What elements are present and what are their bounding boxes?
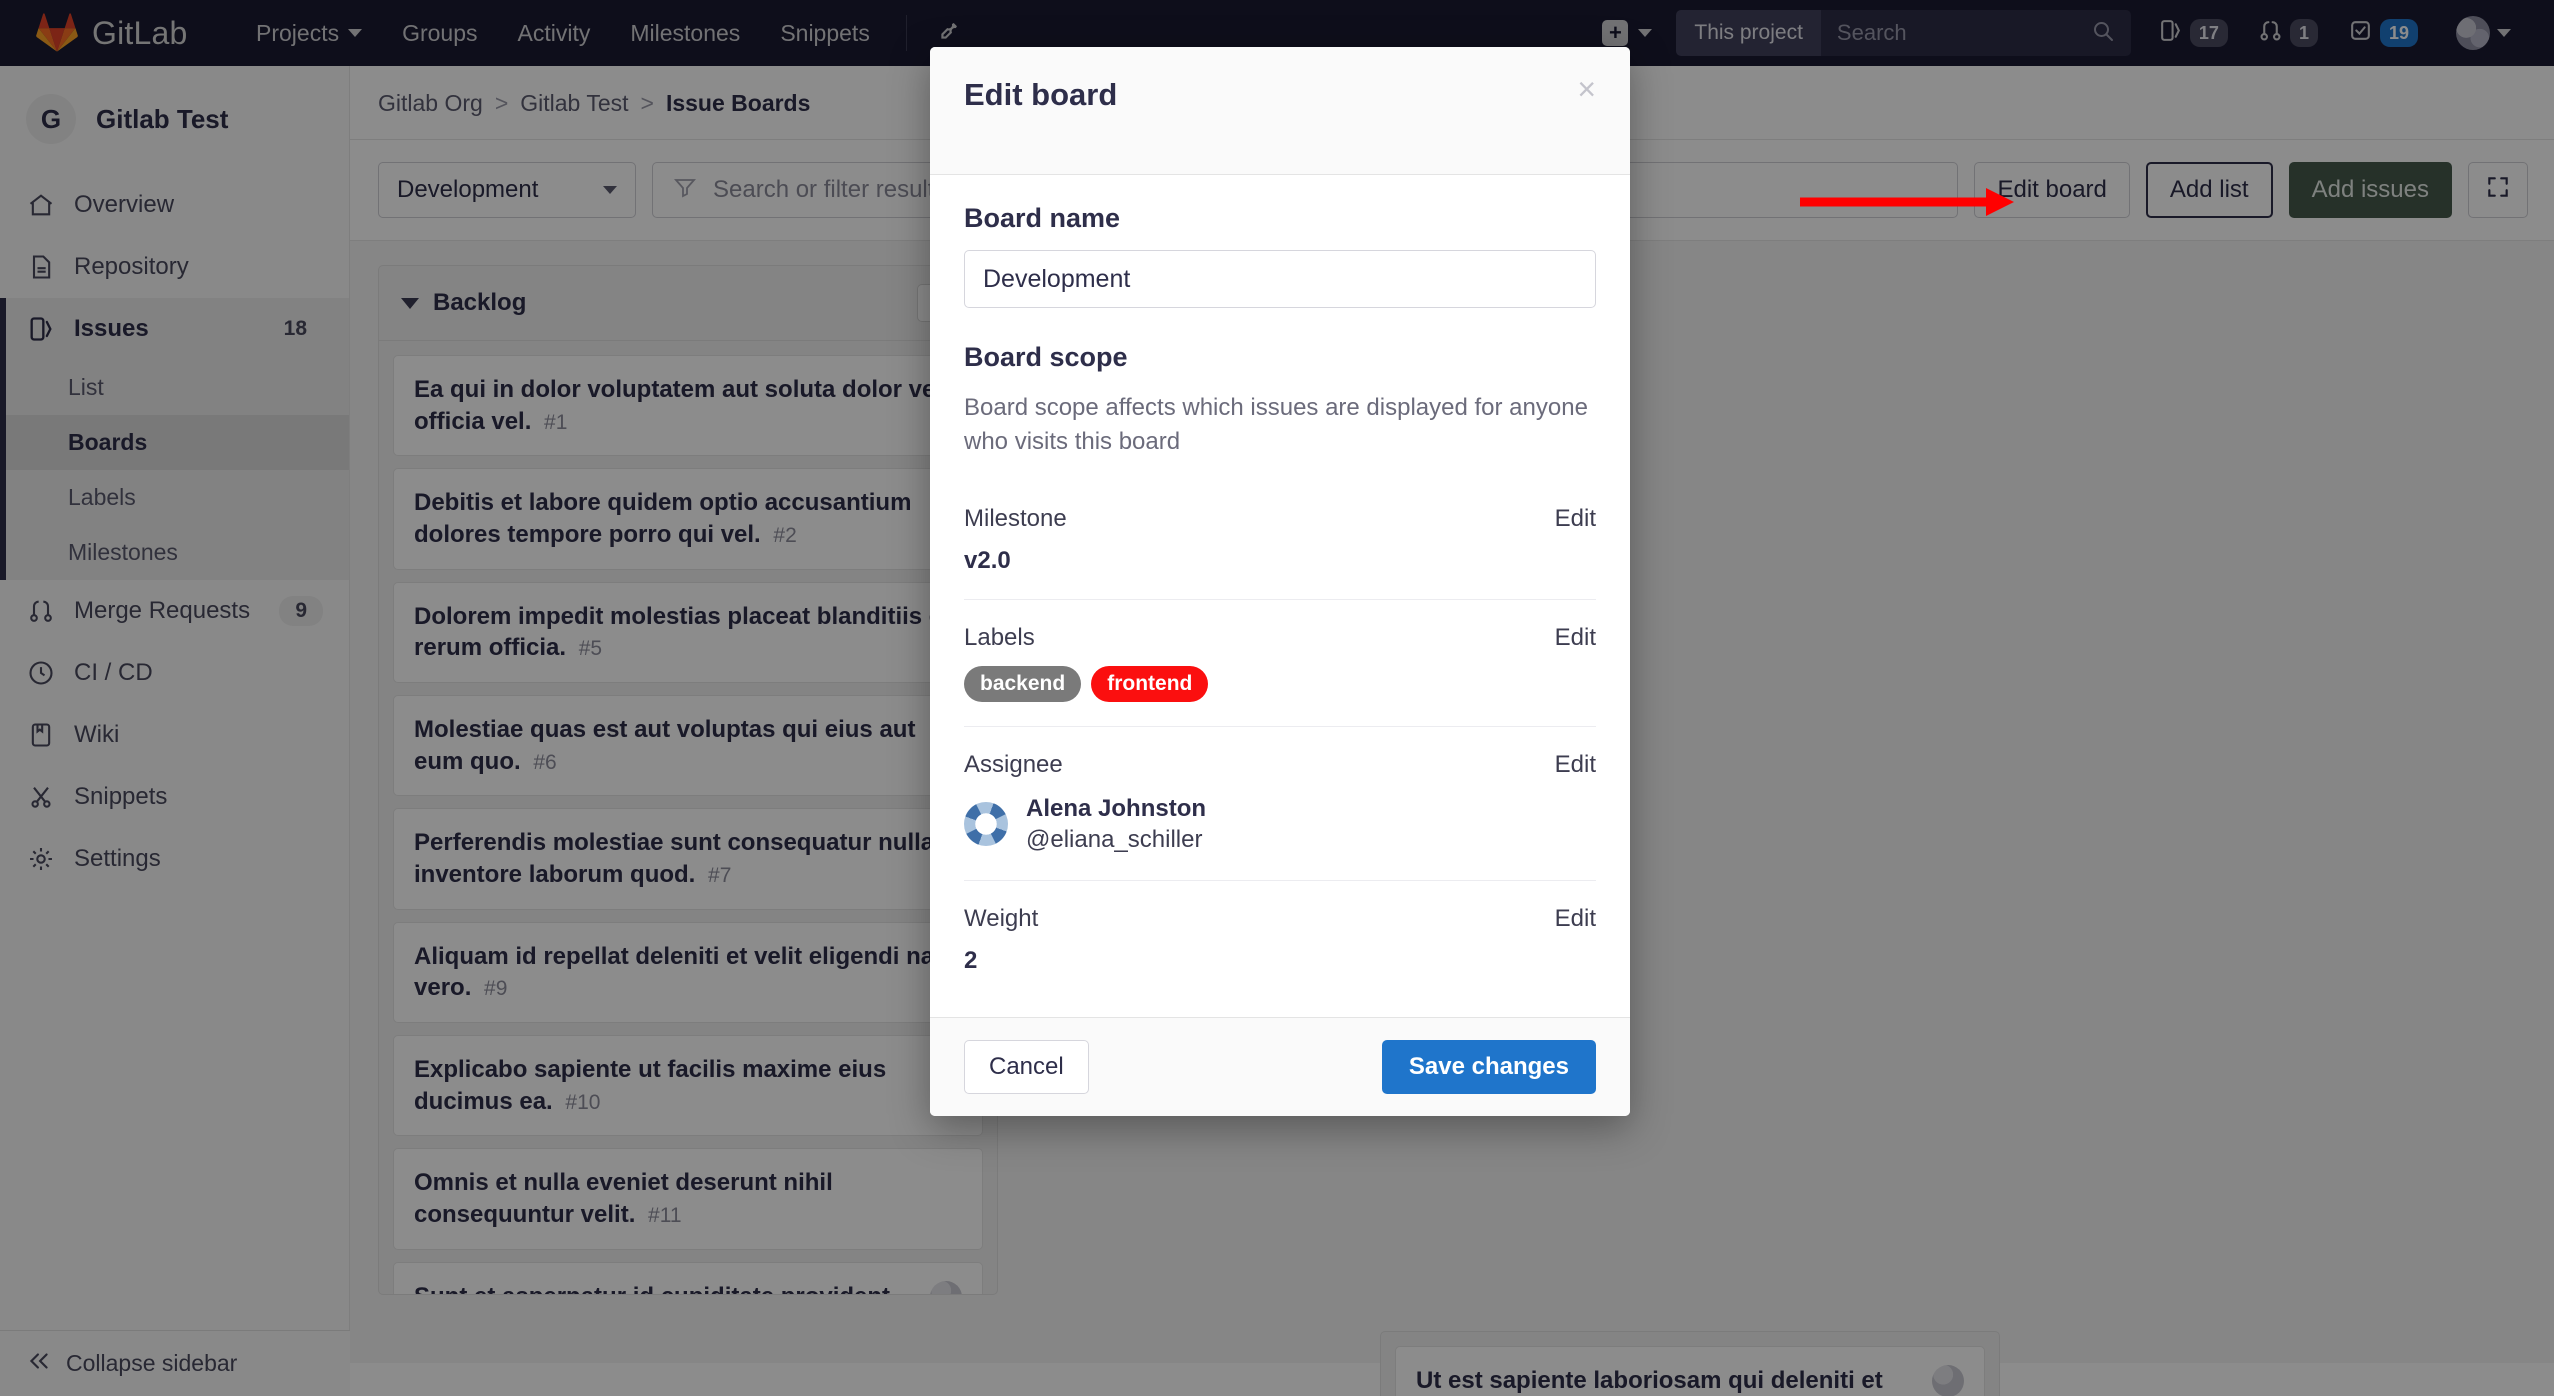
assignee-block: Alena Johnston @eliana_schiller <box>964 793 1596 855</box>
label-chip-frontend[interactable]: frontend <box>1091 666 1209 703</box>
modal-title: Edit board <box>964 77 1118 112</box>
app-root: GitLab Projects Groups Activity Mileston… <box>0 0 2554 1396</box>
labels-chips: backend frontend <box>964 666 1596 703</box>
red-arrow-annotation <box>1800 185 2020 224</box>
scope-row-label: Weight <box>964 904 1039 932</box>
scope-row-label: Labels <box>964 624 1035 652</box>
scope-row-milestone: Milestone Edit v2.0 <box>964 481 1596 601</box>
scope-row-labels: Labels Edit backend frontend <box>964 600 1596 728</box>
scope-row-weight: Weight Edit 2 <box>964 881 1596 999</box>
assignee-name: Alena Johnston <box>1026 795 1207 823</box>
assignee-handle: @eliana_schiller <box>1026 826 1203 854</box>
close-icon[interactable]: × <box>1577 73 1596 105</box>
modal-body: Board name Board scope Board scope affec… <box>930 175 1630 1017</box>
board-scope-description: Board scope affects which issues are dis… <box>964 394 1588 456</box>
milestone-edit-button[interactable]: Edit <box>1555 505 1596 533</box>
scope-row-header: Labels Edit <box>964 624 1596 652</box>
modal-footer: Cancel Save changes <box>930 1016 1630 1116</box>
weight-edit-button[interactable]: Edit <box>1555 905 1596 933</box>
milestone-value: v2.0 <box>964 547 1011 575</box>
scope-row-assignee: Assignee Edit Alena Johnston @eliana_sch… <box>964 727 1596 881</box>
weight-value: 2 <box>964 946 978 974</box>
scope-row-header: Weight Edit <box>964 905 1596 933</box>
scope-row-header: Milestone Edit <box>964 505 1596 533</box>
assignee-avatar <box>964 802 1008 847</box>
assignee-text: Alena Johnston @eliana_schiller <box>1026 793 1206 855</box>
cancel-button[interactable]: Cancel <box>964 1039 1089 1094</box>
board-name-input[interactable] <box>964 250 1596 308</box>
assignee-edit-button[interactable]: Edit <box>1555 751 1596 779</box>
scope-row-header: Assignee Edit <box>964 751 1596 779</box>
edit-board-modal: Edit board × Board name Board scope Boar… <box>930 47 1630 1116</box>
board-scope-title: Board scope <box>964 342 1128 372</box>
label-chip-backend[interactable]: backend <box>964 666 1082 703</box>
scope-row-label: Milestone <box>964 505 1067 533</box>
modal-header: Edit board × <box>930 47 1630 175</box>
board-name-label: Board name <box>964 203 1121 233</box>
scope-row-label: Assignee <box>964 751 1063 779</box>
save-changes-button[interactable]: Save changes <box>1381 1039 1596 1094</box>
labels-edit-button[interactable]: Edit <box>1555 624 1596 652</box>
